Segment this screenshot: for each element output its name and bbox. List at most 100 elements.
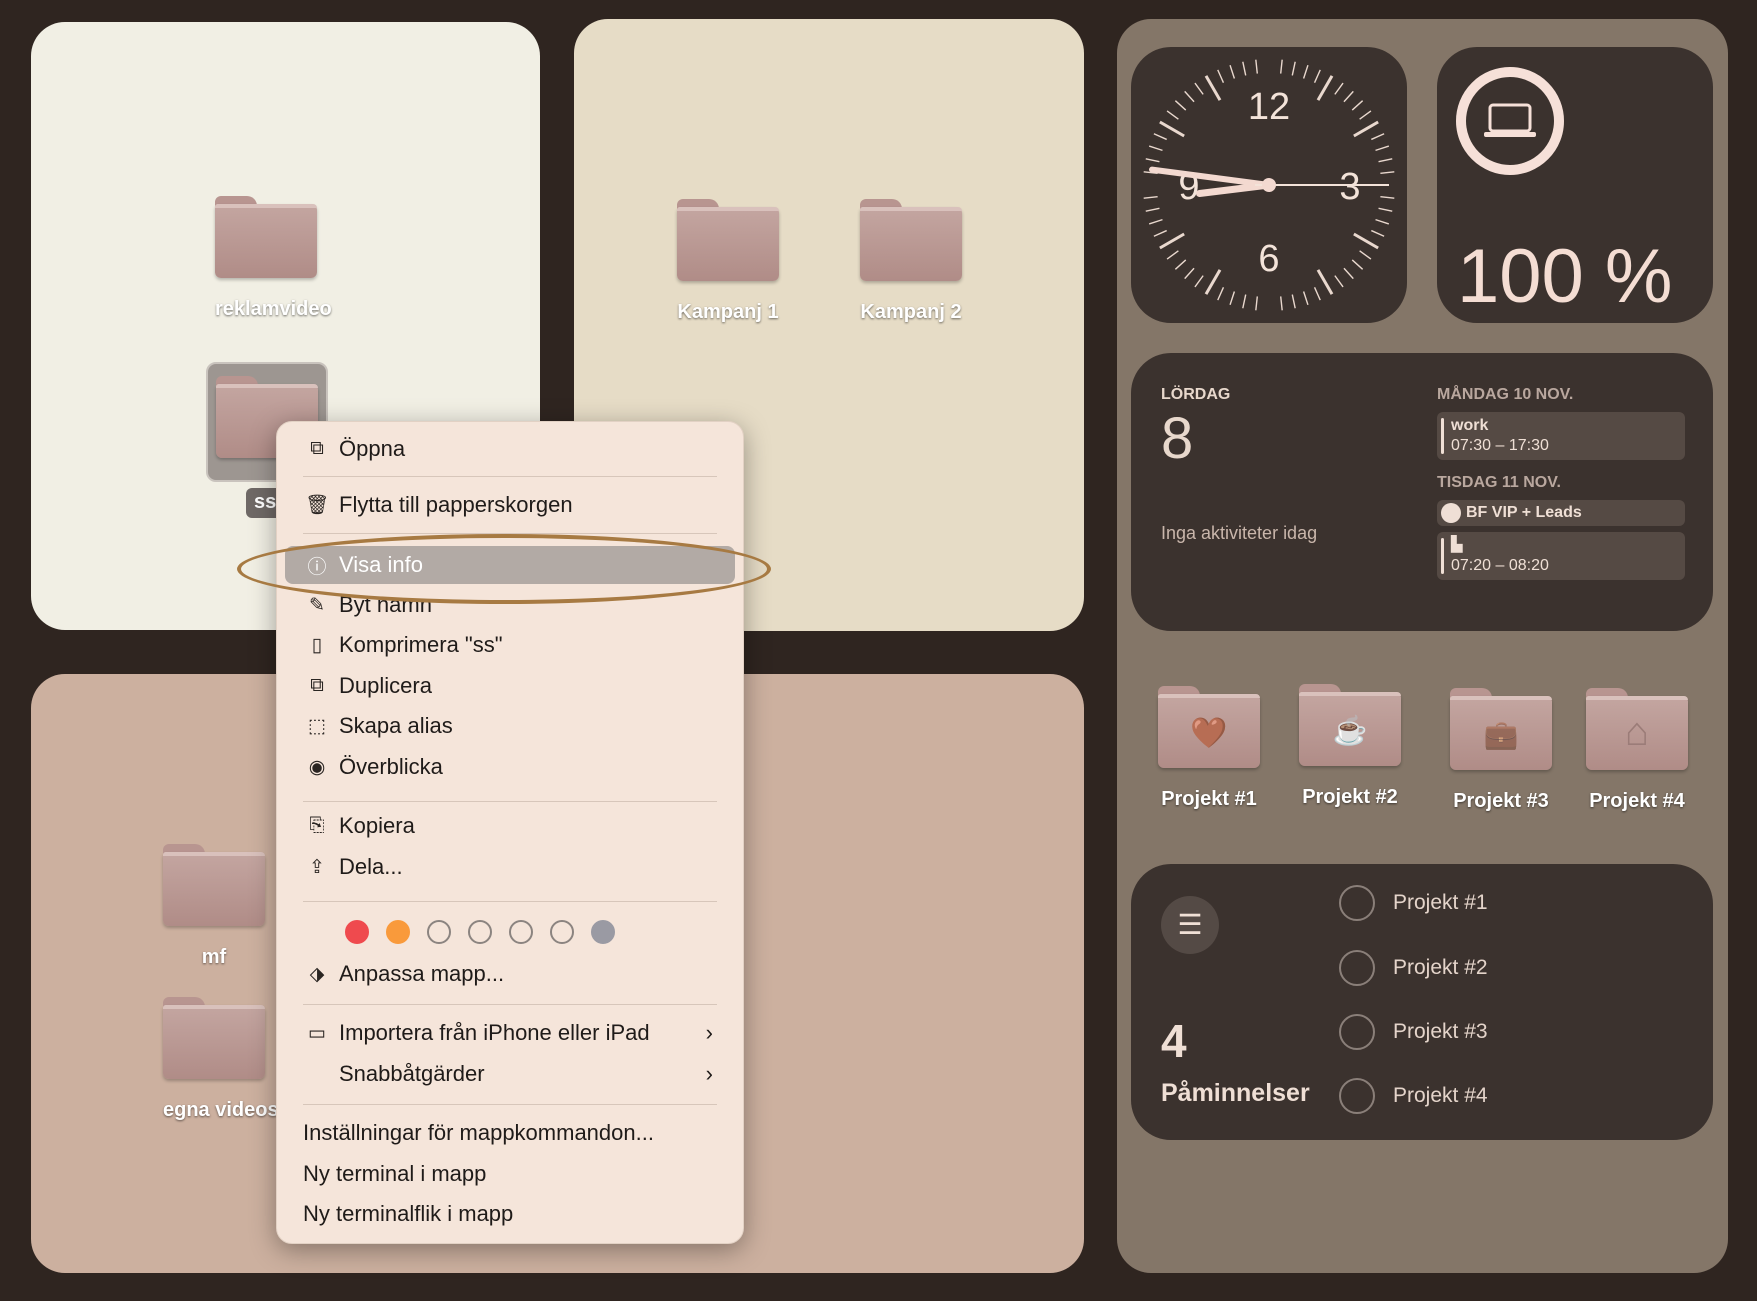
calendar-event[interactable]: BF VIP + Leads [1437, 500, 1685, 526]
trash-icon: 🗑 [305, 495, 330, 516]
tag-color-orange[interactable] [386, 920, 410, 944]
folder-icon [215, 196, 317, 280]
calendar-event-time: 07:20 – 08:20 [1451, 557, 1549, 574]
menu-item-folder-services-settings[interactable]: Inställningar för mappkommandon... [277, 1114, 743, 1152]
reminders-widget[interactable]: ☰ 4 Påminnelser Projekt #1 Projekt #2 Pr… [1131, 864, 1713, 1140]
reminders-count: 4 [1161, 1015, 1187, 1067]
reminder-item[interactable]: Projekt #4 [1339, 1078, 1488, 1114]
tag-color-empty[interactable] [550, 920, 574, 944]
menu-item-duplicate[interactable]: ⧉ Duplicera [277, 667, 743, 705]
folder-label: mf [201, 946, 227, 968]
clock-tick [1166, 110, 1179, 120]
folder-label: Projekt #4 [1589, 790, 1685, 812]
menu-item-compress[interactable]: ▯ Komprimera "ss" [277, 626, 743, 664]
battery-level-arc [1456, 67, 1564, 175]
folder-mf[interactable]: mf [163, 844, 265, 969]
reminder-checkbox[interactable] [1339, 885, 1375, 921]
tag-color-empty[interactable] [509, 920, 533, 944]
clock-widget[interactable]: 12 3 6 9 [1131, 47, 1407, 323]
menu-item-share[interactable]: ⇪ Dela... [277, 848, 743, 886]
analog-clock: 12 3 6 9 [1143, 59, 1395, 311]
folder-icon [163, 997, 265, 1081]
folder-kampanj-2[interactable]: Kampanj 2 [860, 199, 962, 324]
reminder-checkbox[interactable] [1339, 950, 1375, 986]
reminder-item[interactable]: Projekt #2 [1339, 950, 1488, 986]
clock-tick [1343, 90, 1354, 103]
clock-tick [1371, 229, 1385, 237]
calendar-widget[interactable]: LÖRDAG 8 Inga aktiviteter idag MÅNDAG 10… [1131, 353, 1713, 631]
folder-label: egna videos [163, 1099, 279, 1121]
folder-reklamvideo[interactable]: reklamvideo [215, 196, 332, 321]
calendar-event[interactable]: work 07:30 – 17:30 [1437, 412, 1685, 460]
devices-icon: ▭ [308, 1022, 326, 1044]
reminder-checkbox[interactable] [1339, 1014, 1375, 1050]
clock-tick [1159, 120, 1185, 138]
chevron-right-icon: › [705, 1020, 713, 1045]
calendar-event-time: 07:30 – 17:30 [1451, 437, 1549, 454]
clock-center [1262, 178, 1276, 192]
folder-projekt-2[interactable]: ☕ Projekt #2 [1299, 684, 1401, 809]
clock-tick [1375, 218, 1390, 225]
folder-projekt-4[interactable]: ⌂ Projekt #4 [1586, 688, 1688, 813]
annotation-highlight-oval [237, 534, 771, 604]
clock-tick [1148, 218, 1163, 225]
calendar-dot-icon [1441, 503, 1461, 523]
folder-projekt-1[interactable]: 🤎 Projekt #1 [1158, 686, 1260, 811]
copy-icon: ⎘ [309, 815, 325, 836]
clock-tick [1145, 207, 1160, 212]
clock-tick [1371, 133, 1385, 141]
calendar-weekday: LÖRDAG [1161, 386, 1231, 403]
reminder-label: Projekt #4 [1393, 1084, 1488, 1107]
folder-kampanj-1[interactable]: Kampanj 1 [677, 199, 779, 324]
clock-tick [1148, 145, 1163, 152]
clock-tick [1255, 296, 1258, 311]
menu-item-quick-actions[interactable]: Snabbåtgärder › [277, 1055, 743, 1093]
clock-tick [1291, 294, 1296, 309]
share-icon: ⇪ [309, 856, 325, 878]
clock-tick [1174, 100, 1187, 111]
reminder-checkbox[interactable] [1339, 1078, 1375, 1114]
clock-tick [1204, 269, 1222, 295]
clock-tick [1353, 120, 1379, 138]
clock-tick [1316, 269, 1334, 295]
heart-icon: 🤎 [1190, 717, 1228, 750]
tag-color-empty[interactable] [427, 920, 451, 944]
reminder-label: Projekt #1 [1393, 891, 1488, 914]
calendar-no-events: Inga aktiviteter idag [1161, 523, 1318, 543]
menu-item-quick-look[interactable]: ◉ Överblicka [277, 748, 743, 786]
reminder-item[interactable]: Projekt #3 [1339, 1014, 1488, 1050]
menu-separator [303, 1104, 717, 1105]
tag-color-empty[interactable] [468, 920, 492, 944]
clock-tick [1194, 275, 1204, 288]
menu-item-new-terminal-tab[interactable]: Ny terminalflik i mapp [277, 1195, 743, 1233]
clock-tick [1255, 59, 1258, 74]
clock-tick [1145, 158, 1160, 163]
battery-widget[interactable]: 100 % [1437, 47, 1713, 323]
calendar-day-header: MÅNDAG 10 NOV. [1437, 386, 1574, 403]
menu-item-trash[interactable]: 🗑 Flytta till papperskorgen [277, 486, 743, 524]
clock-tick [1280, 59, 1283, 74]
menu-item-import-iphone[interactable]: ▭ Importera från iPhone eller iPad › [277, 1014, 743, 1052]
menu-separator [303, 1004, 717, 1005]
folder-egna-videos[interactable]: egna videos [163, 997, 279, 1122]
menu-item-customize-folder[interactable]: ⬗ Anpassa mapp... [277, 955, 743, 993]
menu-item-make-alias[interactable]: ⬚ Skapa alias [277, 707, 743, 745]
clock-tick [1378, 158, 1393, 163]
clock-tick [1343, 267, 1354, 280]
tag-color-red[interactable] [345, 920, 369, 944]
folder-icon [163, 844, 265, 928]
menu-item-open[interactable]: ⧉ Öppna [277, 430, 743, 468]
reminder-label: Projekt #2 [1393, 956, 1488, 979]
clock-tick [1334, 275, 1344, 288]
duplicate-icon: ⧉ [310, 675, 324, 696]
clock-numeral-12: 12 [1248, 86, 1290, 128]
calendar-event[interactable]: ▙ 07:20 – 08:20 [1437, 532, 1685, 580]
clock-tick [1242, 61, 1247, 76]
menu-item-new-terminal[interactable]: Ny terminal i mapp [277, 1155, 743, 1193]
folder-projekt-3[interactable]: 💼 Projekt #3 [1450, 688, 1552, 813]
tag-color-gray[interactable] [591, 920, 615, 944]
reminder-item[interactable]: Projekt #1 [1339, 885, 1488, 921]
clock-numeral-6: 6 [1258, 238, 1279, 280]
calendar-event-title: BF VIP + Leads [1466, 504, 1582, 521]
menu-item-copy[interactable]: ⎘ Kopiera [277, 807, 743, 845]
